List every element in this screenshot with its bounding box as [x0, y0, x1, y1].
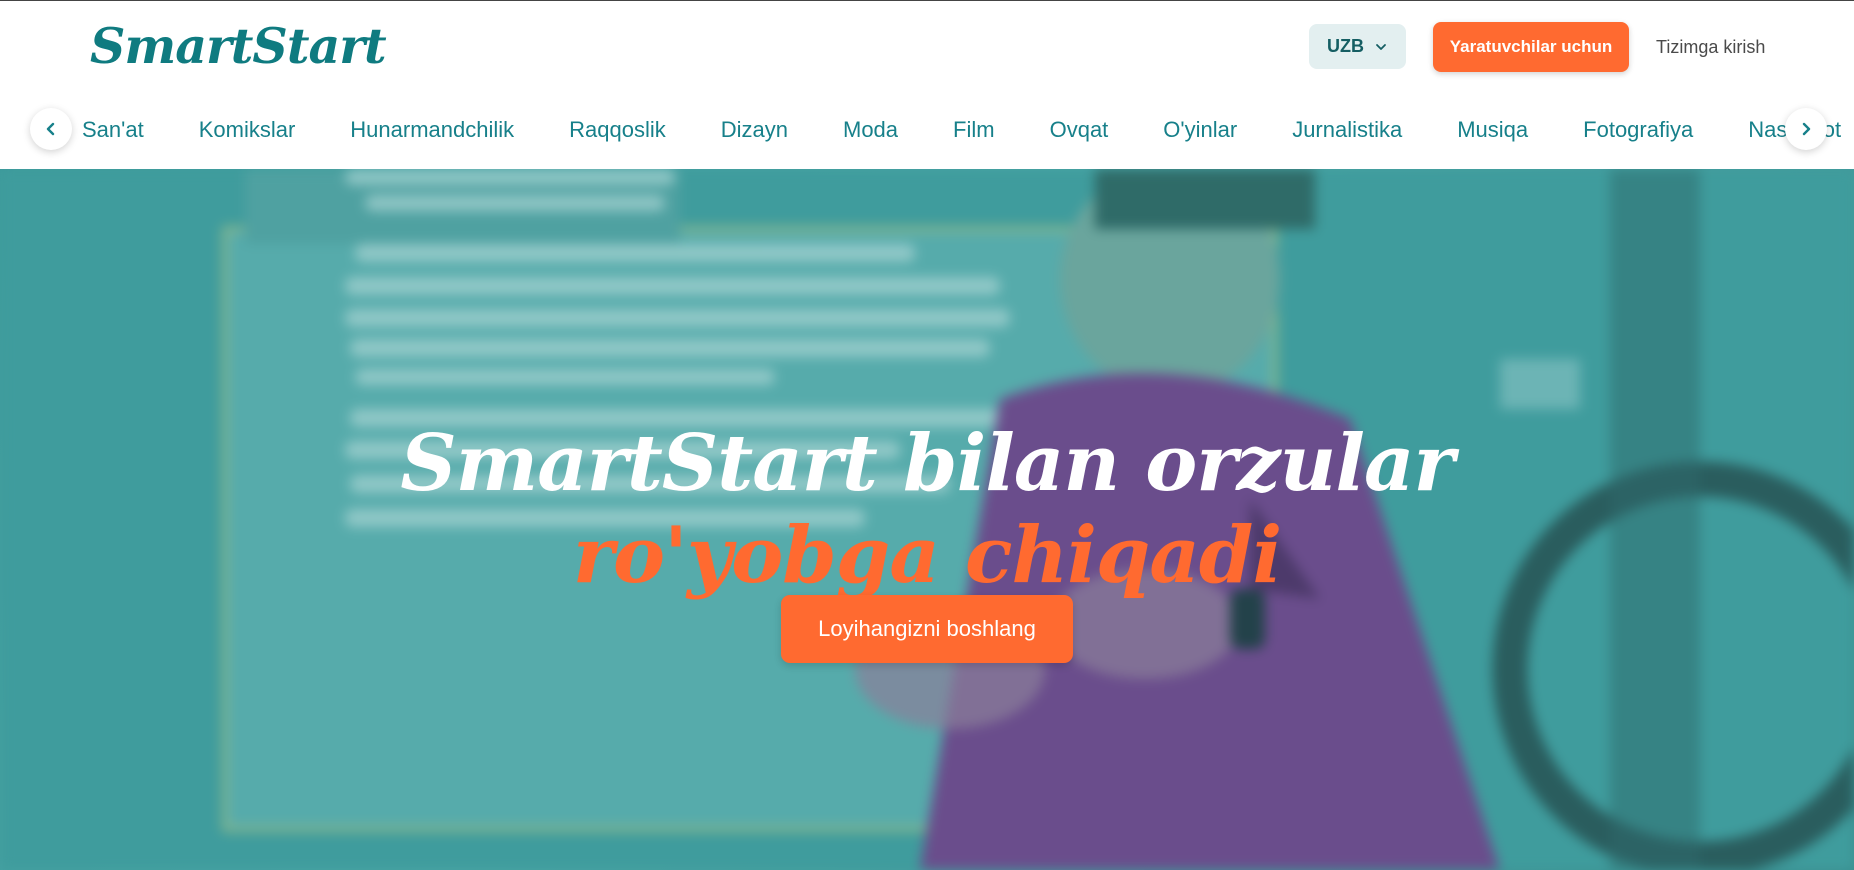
category-track: San'at Komikslar Hunarmandchilik Raqqosl…: [82, 117, 1854, 143]
language-selector[interactable]: UZB: [1309, 24, 1406, 69]
category-item-film[interactable]: Film: [953, 117, 995, 143]
login-link[interactable]: Tizimga kirish: [1656, 37, 1765, 58]
category-bar: San'at Komikslar Hunarmandchilik Raqqosl…: [0, 91, 1854, 169]
category-item-moda[interactable]: Moda: [843, 117, 898, 143]
hero-banner: SmartStart bilan orzular ro'yobga chiqad…: [0, 169, 1854, 870]
category-item-komikslar[interactable]: Komikslar: [199, 117, 296, 143]
category-item-jurnalistika[interactable]: Jurnalistika: [1292, 117, 1402, 143]
category-item-raqqoslik[interactable]: Raqqoslik: [569, 117, 666, 143]
category-prev-button[interactable]: [30, 108, 72, 150]
hero-title: SmartStart bilan orzular ro'yobga chiqad…: [0, 418, 1854, 602]
category-item-musiqa[interactable]: Musiqa: [1457, 117, 1528, 143]
category-item-fotografiya[interactable]: Fotografiya: [1583, 117, 1693, 143]
logo[interactable]: SmartStart: [90, 17, 387, 75]
category-next-button[interactable]: [1785, 108, 1827, 150]
category-item-dizayn[interactable]: Dizayn: [721, 117, 788, 143]
chevron-right-icon: [1802, 122, 1811, 136]
creators-button[interactable]: Yaratuvchilar uchun: [1433, 22, 1629, 72]
category-item-ovqat[interactable]: Ovqat: [1050, 117, 1109, 143]
hero-title-line1: SmartStart bilan orzular: [400, 418, 1454, 510]
site-header: SmartStart UZB Yaratuvchilar uchun Tizim…: [0, 1, 1854, 91]
chevron-down-icon: [1376, 43, 1386, 50]
language-label: UZB: [1327, 36, 1364, 56]
category-item-hunarmandchilik[interactable]: Hunarmandchilik: [350, 117, 514, 143]
chevron-left-icon: [46, 122, 55, 136]
category-item-oyinlar[interactable]: O'yinlar: [1163, 117, 1237, 143]
category-item-sanat[interactable]: San'at: [82, 117, 144, 143]
start-project-button[interactable]: Loyihangizni boshlang: [781, 595, 1073, 663]
hero-title-line2: ro'yobga chiqadi: [572, 510, 1282, 602]
